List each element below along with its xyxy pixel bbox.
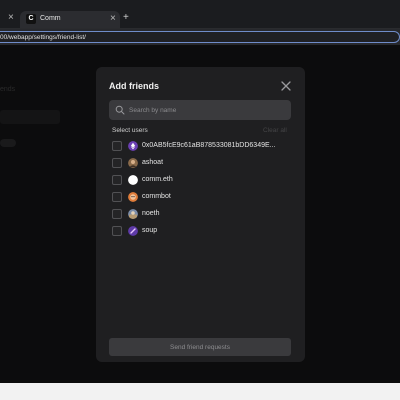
user-row[interactable]: 0x0AB5fcE9c61aB878533081bDD6349E...: [112, 139, 292, 156]
user-row[interactable]: soup: [112, 224, 292, 241]
user-list: 0x0AB5fcE9c61aB878533081bDD6349E... asho…: [112, 139, 292, 241]
user-row[interactable]: commbot: [112, 190, 292, 207]
user-row[interactable]: comm.eth: [112, 173, 292, 190]
username: noeth: [142, 210, 160, 217]
username: ashoat: [142, 159, 164, 166]
background-search-bar: [0, 110, 60, 124]
photo-avatar: [128, 226, 138, 236]
user-checkbox[interactable]: [112, 192, 122, 202]
photo-avatar: [128, 158, 138, 168]
new-tab-button[interactable]: +: [123, 13, 129, 23]
user-checkbox[interactable]: [112, 226, 122, 236]
modal-title: Add friends: [109, 81, 160, 91]
tab-previous[interactable]: ×: [0, 9, 20, 27]
clear-all-button[interactable]: Clear all: [263, 127, 287, 134]
search-input[interactable]: [129, 103, 284, 117]
user-checkbox[interactable]: [112, 158, 122, 168]
user-checkbox[interactable]: [112, 175, 122, 185]
background-toggle: [0, 139, 16, 147]
photo-avatar: [128, 209, 138, 219]
user-row[interactable]: ashoat: [112, 156, 292, 173]
ethereum-icon: [128, 141, 138, 151]
bot-avatar: [128, 192, 138, 202]
comm-favicon-icon: C: [26, 14, 36, 24]
close-icon[interactable]: [280, 80, 292, 92]
username: commbot: [142, 193, 171, 200]
blank-avatar: [128, 175, 138, 185]
send-friend-requests-button[interactable]: Send friend requests: [109, 338, 291, 356]
username: soup: [142, 227, 158, 234]
search-box: [109, 100, 291, 120]
url-field[interactable]: 00/webapp/settings/friend-list/: [0, 31, 400, 43]
address-bar: 00/webapp/settings/friend-list/: [0, 29, 400, 45]
user-checkbox[interactable]: [112, 141, 122, 151]
url-text: 00/webapp/settings/friend-list/: [0, 34, 86, 41]
tab-title: Comm: [40, 15, 61, 22]
select-users-label: Select users: [112, 127, 148, 134]
username: 0x0AB5fcE9c61aB878533081bDD6349E...: [142, 142, 276, 149]
browser-tab-bar: × C Comm × +: [0, 0, 400, 29]
background-label: ends: [0, 86, 16, 93]
user-checkbox[interactable]: [112, 209, 122, 219]
bottom-strip: [0, 383, 400, 400]
tab-close-icon[interactable]: ×: [110, 14, 116, 24]
add-friends-modal: Add friends Select users Clear all 0x0AB…: [96, 67, 305, 362]
user-row[interactable]: noeth: [112, 207, 292, 224]
tab-comm[interactable]: C Comm ×: [20, 11, 120, 28]
tab-close-icon[interactable]: ×: [8, 13, 14, 23]
search-icon: [115, 105, 125, 115]
username: comm.eth: [142, 176, 173, 183]
